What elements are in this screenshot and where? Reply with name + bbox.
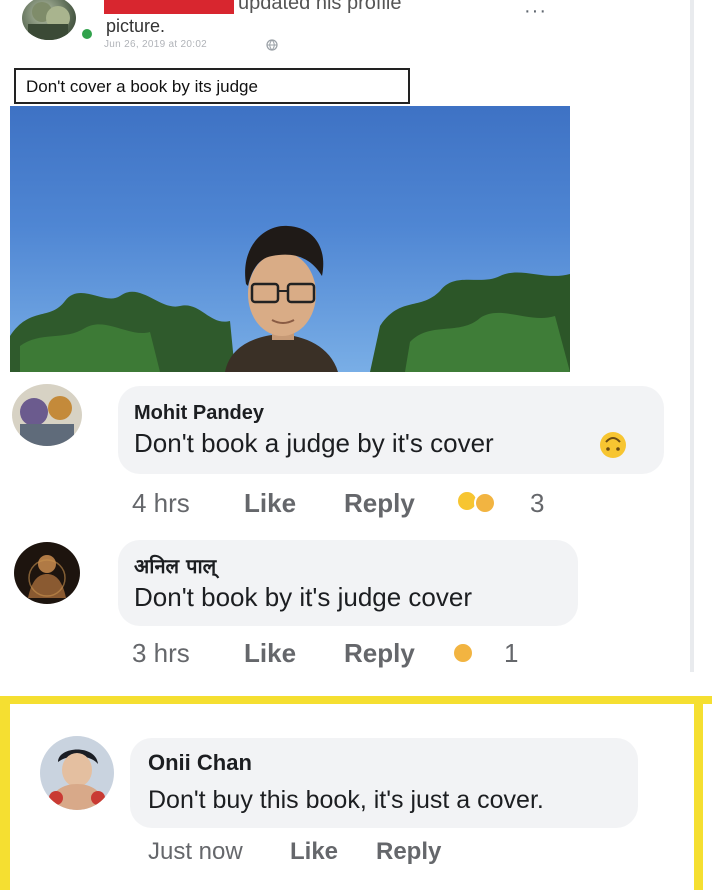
post-timestamp[interactable]: Jun 26, 2019 at 20:02 <box>104 39 207 50</box>
commenter-name[interactable]: Mohit Pandey <box>134 402 264 425</box>
comment-text: Don't book by it's judge cover <box>134 582 472 612</box>
poster-avatar[interactable] <box>22 0 76 40</box>
reply-button[interactable]: Reply <box>376 838 441 866</box>
caption-box: Don't cover a book by its judge <box>14 68 410 104</box>
reaction-count[interactable]: 1 <box>504 638 518 669</box>
post-action-text: updated his profile <box>238 0 402 14</box>
feed-edge <box>690 0 694 672</box>
section-gap <box>0 672 712 696</box>
commenter-avatar[interactable] <box>12 384 82 446</box>
post-action-text-cont: picture. <box>106 16 166 36</box>
more-options-icon[interactable]: ··· <box>524 0 547 23</box>
commenter-name[interactable]: Onii Chan <box>148 750 252 776</box>
highlight-border-right <box>694 700 703 890</box>
comment-time: Just now <box>148 838 243 865</box>
reaction-count[interactable]: 3 <box>530 488 544 519</box>
reply-button[interactable]: Reply <box>344 488 415 519</box>
reply-button[interactable]: Reply <box>344 638 415 669</box>
comment-time: 3 hrs <box>132 638 190 668</box>
online-status-icon <box>80 27 94 41</box>
comment-text: Don't book a judge by it's cover <box>134 428 494 458</box>
sad-reaction-icon[interactable] <box>452 642 474 664</box>
commenter-name[interactable]: अनिल पाल् <box>134 552 216 579</box>
highlight-border-top <box>0 696 712 704</box>
comment-text: Don't buy this book, it's just a cover. <box>148 786 544 814</box>
like-button[interactable]: Like <box>244 488 296 519</box>
comment-time: 4 hrs <box>132 488 190 518</box>
profile-photo[interactable] <box>10 106 570 372</box>
highlight-border-left <box>0 700 10 890</box>
profile-picture-post: updated his profile picture. Jun 26, 201… <box>0 0 712 672</box>
commenter-avatar[interactable] <box>40 736 114 810</box>
upside-down-face-icon <box>600 432 626 458</box>
like-button[interactable]: Like <box>244 638 296 669</box>
commenter-avatar[interactable] <box>14 542 80 604</box>
redacted-name <box>104 0 234 14</box>
globe-icon <box>266 39 278 51</box>
like-button[interactable]: Like <box>290 838 338 866</box>
sad-reaction-icon[interactable] <box>474 492 496 514</box>
post-caption: Don't cover a book by its judge <box>26 77 258 96</box>
